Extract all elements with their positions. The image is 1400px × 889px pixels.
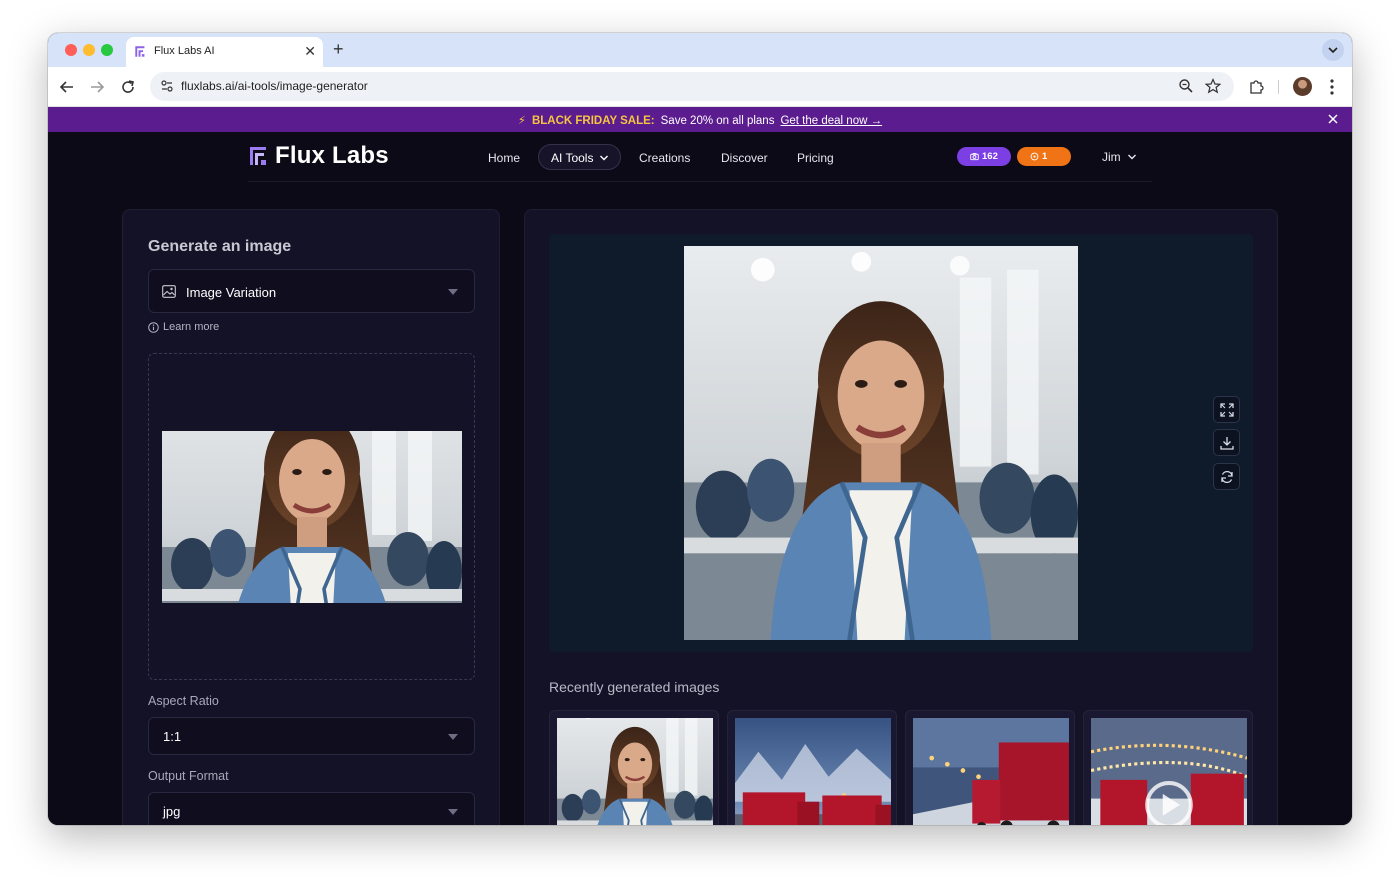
lightning-icon: ⚡	[517, 115, 526, 127]
preview-panel: Recently generated images	[524, 209, 1278, 825]
bookmark-star-icon[interactable]	[1205, 78, 1221, 94]
browser-window: Flux Labs AI ✕ + fluxlabs.ai/ai-tools/im…	[48, 33, 1352, 825]
preview-area	[549, 234, 1253, 652]
panel-title: Generate an image	[148, 238, 292, 255]
forward-arrow-icon[interactable]	[88, 78, 106, 96]
learn-more-text: Learn more	[163, 321, 220, 333]
fullscreen-button[interactable]	[1213, 396, 1240, 423]
image-icon	[162, 285, 176, 298]
uploaded-source-image	[162, 431, 462, 603]
new-tab-button[interactable]: +	[333, 39, 344, 59]
chevron-down-icon	[1328, 47, 1338, 54]
recent-image-thumbnail[interactable]	[905, 710, 1075, 825]
tab-close-icon[interactable]: ✕	[304, 43, 316, 59]
browser-menu-icon[interactable]	[1330, 78, 1334, 96]
flux-logo-icon[interactable]	[249, 146, 269, 166]
caret-down-icon	[448, 809, 458, 815]
aspect-ratio-value: 1:1	[163, 729, 182, 744]
profile-avatar[interactable]	[1293, 77, 1312, 96]
recent-images-title: Recently generated images	[549, 679, 720, 695]
chevron-down-icon	[600, 155, 608, 161]
page-content: Generate an image Image Variation Learn …	[48, 182, 1352, 825]
output-format-value: jpg	[163, 804, 181, 819]
camera-icon	[970, 153, 979, 161]
nav-ai-tools-label: AI Tools	[551, 151, 594, 165]
site-settings-icon[interactable]	[160, 79, 174, 93]
browser-toolbar: fluxlabs.ai/ai-tools/image-generator	[48, 67, 1352, 107]
tab-title: Flux Labs AI	[154, 45, 215, 57]
maximize-window-button[interactable]	[101, 44, 113, 56]
url-text: fluxlabs.ai/ai-tools/image-generator	[181, 79, 368, 93]
output-format-label: Output Format	[148, 769, 229, 783]
nav-discover[interactable]: Discover	[721, 151, 768, 165]
promo-deal-link[interactable]: Get the deal now →	[780, 115, 882, 127]
aspect-ratio-label: Aspect Ratio	[148, 694, 219, 708]
caret-down-icon	[448, 734, 458, 740]
regenerate-button[interactable]	[1213, 463, 1240, 490]
generator-panel: Generate an image Image Variation Learn …	[122, 209, 500, 825]
aspect-ratio-select[interactable]: 1:1	[148, 717, 475, 755]
back-arrow-icon[interactable]	[58, 78, 76, 96]
generated-image[interactable]	[684, 246, 1078, 640]
thumbnail-image	[735, 718, 891, 825]
thumbnail-image	[913, 718, 1069, 825]
black-friday-banner: ⚡ BLACK FRIDAY SALE: Save 20% on all plans…	[48, 107, 1352, 132]
browser-tab[interactable]: Flux Labs AI ✕	[126, 37, 323, 67]
close-banner-icon[interactable]	[1326, 112, 1340, 126]
image-credits-badge[interactable]: 162	[957, 147, 1011, 166]
address-bar[interactable]: fluxlabs.ai/ai-tools/image-generator	[150, 72, 1234, 101]
chevron-down-icon[interactable]	[1127, 152, 1137, 162]
close-window-button[interactable]	[65, 44, 77, 56]
tab-search-button[interactable]	[1322, 39, 1344, 61]
caret-down-icon	[448, 289, 458, 295]
mode-select[interactable]: Image Variation	[148, 269, 475, 313]
nav-ai-tools[interactable]: AI Tools	[538, 144, 621, 170]
video-credits-badge[interactable]: 1	[1017, 147, 1071, 166]
download-icon	[1220, 437, 1234, 450]
extensions-puzzle-icon[interactable]	[1248, 78, 1265, 95]
user-menu[interactable]: Jim	[1102, 150, 1121, 164]
thumbnail-video	[1091, 718, 1247, 825]
image-upload-dropzone[interactable]	[148, 353, 475, 680]
thumbnail-image	[557, 718, 713, 825]
expand-icon	[1220, 403, 1234, 417]
reload-icon[interactable]	[119, 78, 137, 96]
recent-image-thumbnail[interactable]	[549, 710, 719, 825]
minimize-window-button[interactable]	[83, 44, 95, 56]
zoom-icon[interactable]	[1178, 78, 1194, 94]
refresh-icon	[1221, 470, 1233, 484]
recent-video-thumbnail[interactable]	[1083, 710, 1253, 825]
logo-text[interactable]: Flux Labs	[275, 142, 389, 170]
film-icon	[1030, 152, 1039, 161]
video-credits-count: 1	[1042, 151, 1048, 162]
image-credits-count: 162	[982, 151, 998, 162]
flux-logo-icon	[135, 46, 145, 57]
nav-pricing[interactable]: Pricing	[797, 151, 834, 165]
toolbar-separator	[1278, 80, 1279, 94]
recent-image-thumbnail[interactable]	[727, 710, 897, 825]
promo-message: Save 20% on all plans	[660, 115, 775, 127]
nav-home[interactable]: Home	[488, 151, 520, 165]
promo-sale-label: BLACK FRIDAY SALE:	[531, 115, 655, 127]
nav-creations[interactable]: Creations	[639, 151, 690, 165]
download-button[interactable]	[1213, 429, 1240, 456]
output-format-select[interactable]: jpg	[148, 792, 475, 825]
site-header: Flux Labs Home AI Tools Creations Discov…	[48, 132, 1352, 182]
mode-select-value: Image Variation	[186, 285, 277, 300]
browser-tab-strip: Flux Labs AI ✕ +	[48, 33, 1352, 67]
info-icon	[148, 322, 159, 333]
